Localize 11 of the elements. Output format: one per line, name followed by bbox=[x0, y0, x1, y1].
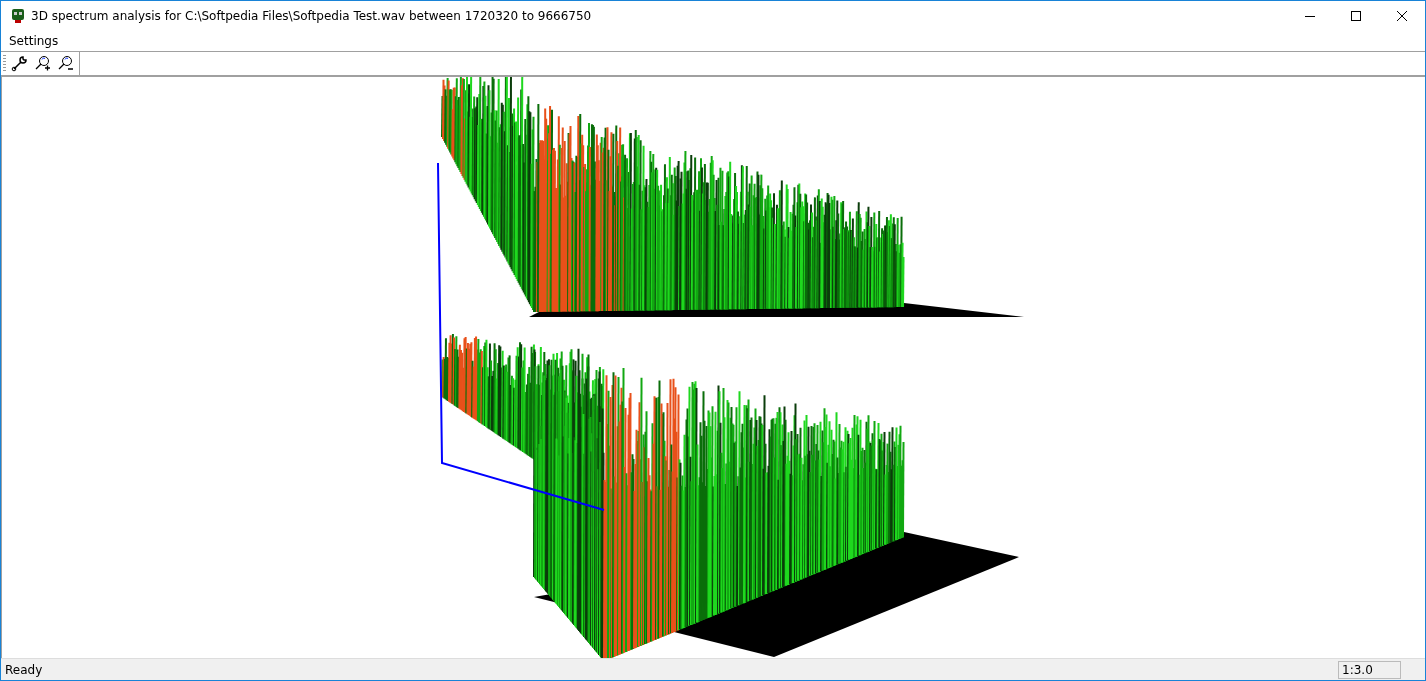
menu-item[interactable]: Settings bbox=[3, 31, 65, 51]
zoom-level: 1:3.0 bbox=[1338, 660, 1401, 679]
close-icon bbox=[1397, 11, 1407, 21]
app-logo-icon bbox=[11, 8, 25, 24]
wrench-icon bbox=[11, 55, 28, 72]
status-text: Ready bbox=[4, 662, 44, 677]
maximize-icon bbox=[1351, 11, 1361, 21]
minimize-icon bbox=[1305, 15, 1315, 17]
window-title: 3D spectrum analysis for C:\Softpedia Files\Softpedia Test.wav between 1720320 to 9666750 bbox=[31, 9, 593, 23]
zoom-in-icon bbox=[34, 55, 51, 72]
zoom-out-icon bbox=[57, 55, 74, 72]
